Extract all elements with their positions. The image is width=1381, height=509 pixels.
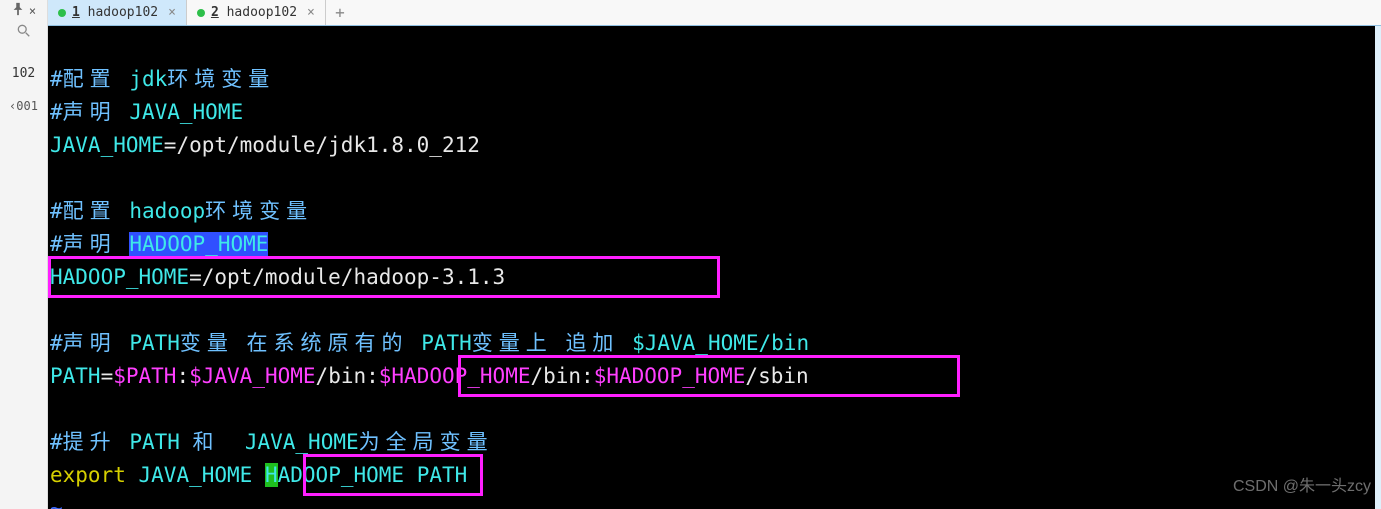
tab-add-button[interactable]: + [326, 0, 354, 25]
tab-close-icon[interactable]: × [168, 5, 176, 20]
pin-icon[interactable] [11, 2, 25, 19]
left-sidebar: × 102 ‹001 [0, 0, 48, 509]
tab-close-icon[interactable]: × [307, 5, 315, 20]
sidebar-item-102[interactable]: 102 [12, 66, 35, 81]
terminal[interactable]: #配置 jdk环境变量 #声明 JAVA_HOME JAVA_HOME=/opt… [48, 26, 1381, 509]
tab-2[interactable]: 2 hadoop102 × [187, 0, 326, 25]
watermark: CSDN @朱一头zcy [1233, 470, 1371, 503]
search-icon[interactable] [17, 23, 31, 42]
status-dot-icon [197, 9, 205, 17]
app-window: × 102 ‹001 1 hadoop102 × 2 hadoop102 × +… [0, 0, 1381, 509]
main-area: 1 hadoop102 × 2 hadoop102 × + #配置 jdk环境变… [48, 0, 1381, 509]
status-dot-icon [58, 9, 66, 17]
close-sidebar-button[interactable]: × [29, 4, 36, 18]
sidebar-item-001[interactable]: ‹001 [9, 99, 38, 113]
scrollbar[interactable] [1375, 26, 1381, 509]
tab-1[interactable]: 1 hadoop102 × [48, 0, 187, 25]
tab-bar: 1 hadoop102 × 2 hadoop102 × + [48, 0, 1381, 26]
